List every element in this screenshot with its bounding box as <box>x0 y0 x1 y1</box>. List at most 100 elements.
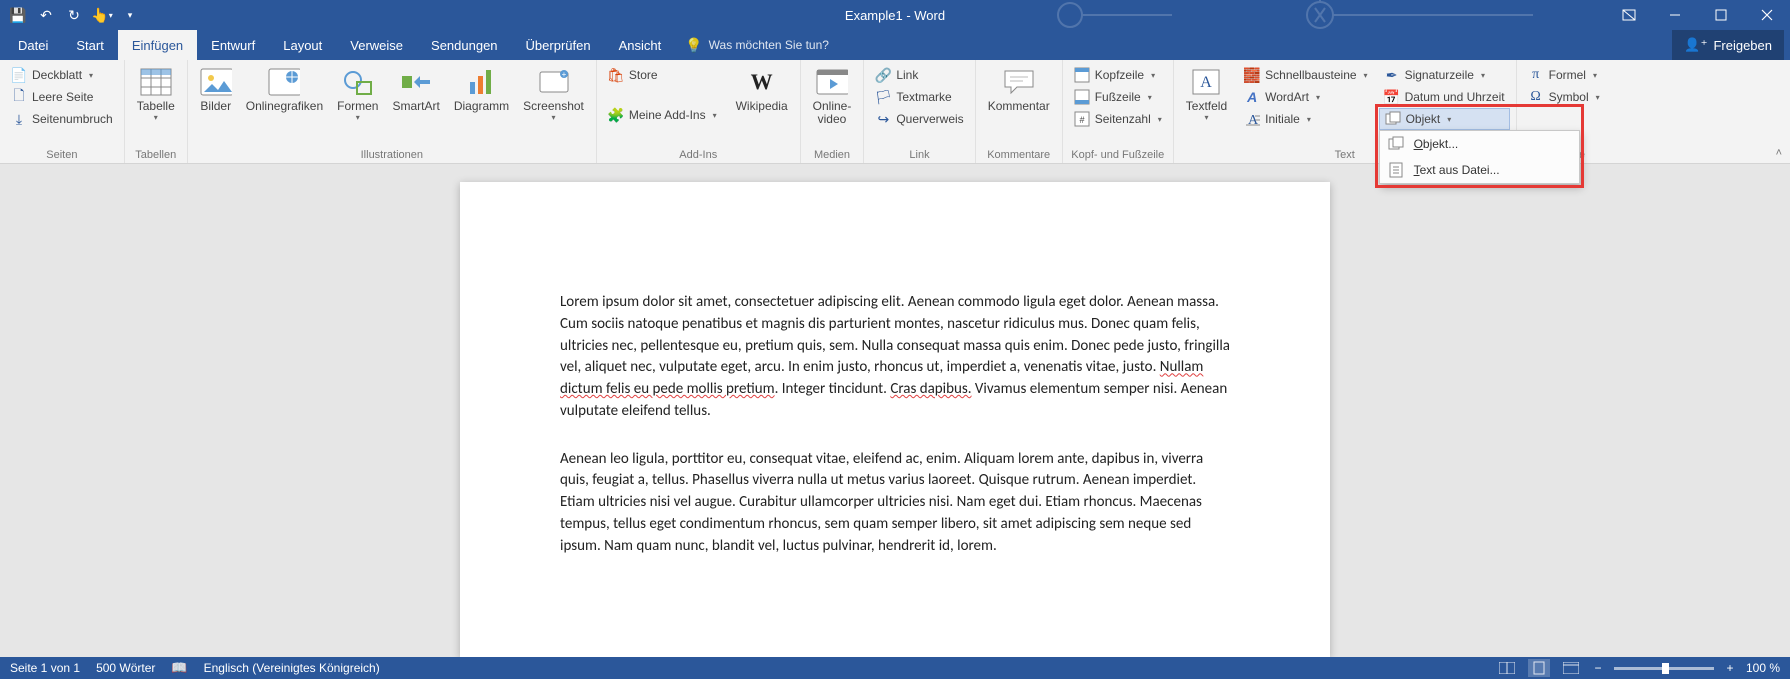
minimize-button[interactable] <box>1652 0 1698 30</box>
read-mode-view-button[interactable] <box>1496 659 1518 677</box>
tab-verweise[interactable]: Verweise <box>336 30 417 60</box>
leere-seite-button[interactable]: 🗋 Leere Seite <box>6 86 118 108</box>
link-button[interactable]: 🔗 Link <box>870 64 968 86</box>
store-button[interactable]: 🛍 Store <box>603 64 722 86</box>
bilder-button[interactable]: Bilder <box>194 64 238 113</box>
zoom-level[interactable]: 100 % <box>1746 661 1780 675</box>
print-layout-view-button[interactable] <box>1528 659 1550 677</box>
textfeld-button[interactable]: A Textfeld ▾ <box>1180 64 1233 122</box>
status-language[interactable]: Englisch (Vereinigtes Königreich) <box>204 661 380 675</box>
onlinevideo-button[interactable]: Online- video <box>807 64 858 126</box>
zoom-slider[interactable] <box>1614 667 1714 670</box>
chevron-down-icon: ▾ <box>1151 71 1155 80</box>
onlinegrafiken-button[interactable]: Onlinegrafiken <box>240 64 329 113</box>
web-layout-view-button[interactable] <box>1560 659 1582 677</box>
onlinevideo-label-1: Online- <box>813 99 852 113</box>
formen-button[interactable]: Formen ▾ <box>331 64 384 122</box>
wordart-icon: A <box>1244 89 1260 105</box>
wikipedia-label: Wikipedia <box>736 99 788 113</box>
textmarke-button[interactable]: 🏳 Textmarke <box>870 86 968 108</box>
objekt-menu-item-text-aus-datei[interactable]: Text aus Datei... <box>1380 157 1579 183</box>
zoom-out-button[interactable]: − <box>1592 661 1604 675</box>
group-label-tabellen: Tabellen <box>125 149 187 161</box>
group-tabellen: Tabelle ▾ Tabellen <box>125 60 188 163</box>
seitenzahl-button[interactable]: # Seitenzahl ▾ <box>1069 108 1167 130</box>
object-icon <box>1388 136 1404 152</box>
tab-sendungen[interactable]: Sendungen <box>417 30 512 60</box>
group-seiten: 📄 Deckblatt ▾ 🗋 Leere Seite ⤓ Seitenumbr… <box>0 60 125 163</box>
wordart-label: WordArt <box>1265 90 1309 104</box>
group-label-medien: Medien <box>801 149 864 161</box>
fusszeile-button[interactable]: Fußzeile ▾ <box>1069 86 1167 108</box>
diagramm-button[interactable]: Diagramm <box>448 64 515 113</box>
seitenumbruch-button[interactable]: ⤓ Seitenumbruch <box>6 108 118 130</box>
zoom-slider-thumb[interactable] <box>1662 663 1669 674</box>
objekt-menu-item-objekt[interactable]: Objekt... <box>1380 131 1579 157</box>
tabelle-button[interactable]: Tabelle ▾ <box>131 64 181 122</box>
document-area[interactable]: Lorem ipsum dolor sit amet, consectetuer… <box>0 164 1790 657</box>
bookmark-icon: 🏳 <box>875 89 891 105</box>
table-icon <box>140 66 172 98</box>
smartart-label: SmartArt <box>392 99 439 113</box>
tab-einfuegen[interactable]: Einfügen <box>118 30 197 60</box>
zoom-in-button[interactable]: + <box>1724 661 1736 675</box>
group-kopffuss: Kopfzeile ▾ Fußzeile ▾ # Seitenzahl ▾ Ko… <box>1063 60 1174 163</box>
kopfzeile-label: Kopfzeile <box>1095 68 1144 82</box>
lightbulb-icon: 💡 <box>685 37 702 54</box>
ribbon-tabs: Datei Start Einfügen Entwurf Layout Verw… <box>0 30 1790 60</box>
meine-addins-button[interactable]: 🧩 Meine Add-Ins ▾ <box>603 104 722 126</box>
status-page[interactable]: Seite 1 von 1 <box>10 661 80 675</box>
tab-layout[interactable]: Layout <box>269 30 336 60</box>
undo-icon[interactable]: ↶ <box>34 3 58 27</box>
schnellbausteine-button[interactable]: 🧱 Schnellbausteine ▾ <box>1239 64 1372 86</box>
ribbon-display-options-icon[interactable] <box>1606 0 1652 30</box>
share-button[interactable]: 👤⁺ Freigeben <box>1672 30 1784 60</box>
qat-customize-icon[interactable]: ▾ <box>118 3 142 27</box>
tell-me-search[interactable]: 💡 Was möchten Sie tun? <box>675 30 839 60</box>
proofing-icon[interactable]: 📖 <box>171 660 187 676</box>
quick-access-toolbar: 💾 ↶ ↻ 👆▾ ▾ <box>6 3 142 27</box>
chevron-down-icon: ▾ <box>1148 93 1152 102</box>
paragraph-2[interactable]: Aenean leo ligula, porttitor eu, consequ… <box>560 449 1230 558</box>
querverweis-button[interactable]: ↪ Querverweis <box>870 108 968 130</box>
pictures-icon <box>200 66 232 98</box>
kommentar-button[interactable]: Kommentar <box>982 64 1056 113</box>
tab-ueberpruefen[interactable]: Überprüfen <box>512 30 605 60</box>
wordart-button[interactable]: A WordArt ▾ <box>1239 86 1372 108</box>
redo-icon[interactable]: ↻ <box>62 3 86 27</box>
chart-icon <box>466 66 498 98</box>
chevron-down-icon: ▾ <box>356 113 360 122</box>
formel-button[interactable]: π Formel ▾ <box>1523 64 1605 86</box>
signaturzeile-button[interactable]: ✒ Signaturzeile ▾ <box>1379 64 1510 86</box>
screenshot-button[interactable]: + Screenshot ▾ <box>517 64 590 122</box>
leere-seite-label: Leere Seite <box>32 90 93 104</box>
document-page[interactable]: Lorem ipsum dolor sit amet, consectetuer… <box>460 182 1330 657</box>
collapse-ribbon-button[interactable]: ˄ <box>1776 147 1782 159</box>
svg-text:A: A <box>1201 74 1213 91</box>
close-button[interactable] <box>1744 0 1790 30</box>
kopfzeile-button[interactable]: Kopfzeile ▾ <box>1069 64 1167 86</box>
group-illustrationen: Bilder Onlinegrafiken Formen ▾ SmartArt <box>188 60 597 163</box>
deckblatt-label: Deckblatt <box>32 68 82 82</box>
datum-uhrzeit-button[interactable]: 📅 Datum und Uhrzeit <box>1379 86 1510 108</box>
chevron-down-icon: ▾ <box>89 71 93 80</box>
store-label: Store <box>629 68 658 82</box>
svg-text:#: # <box>1079 115 1084 125</box>
onlinegrafiken-label: Onlinegrafiken <box>246 99 323 113</box>
tab-datei[interactable]: Datei <box>4 30 62 60</box>
touch-mode-icon[interactable]: 👆▾ <box>90 3 114 27</box>
symbol-button[interactable]: Ω Symbol ▾ <box>1523 86 1605 108</box>
initiale-button[interactable]: A Initiale ▾ <box>1239 108 1372 130</box>
header-icon <box>1074 67 1090 83</box>
tab-entwurf[interactable]: Entwurf <box>197 30 269 60</box>
wikipedia-button[interactable]: W Wikipedia <box>730 64 794 113</box>
tab-start[interactable]: Start <box>62 30 117 60</box>
paragraph-1[interactable]: Lorem ipsum dolor sit amet, consectetuer… <box>560 292 1230 423</box>
objekt-button[interactable]: Objekt ▾ <box>1379 108 1510 130</box>
deckblatt-button[interactable]: 📄 Deckblatt ▾ <box>6 64 118 86</box>
tab-ansicht[interactable]: Ansicht <box>605 30 676 60</box>
save-icon[interactable]: 💾 <box>6 3 30 27</box>
smartart-button[interactable]: SmartArt <box>386 64 445 113</box>
maximize-button[interactable] <box>1698 0 1744 30</box>
status-word-count[interactable]: 500 Wörter <box>96 661 155 675</box>
